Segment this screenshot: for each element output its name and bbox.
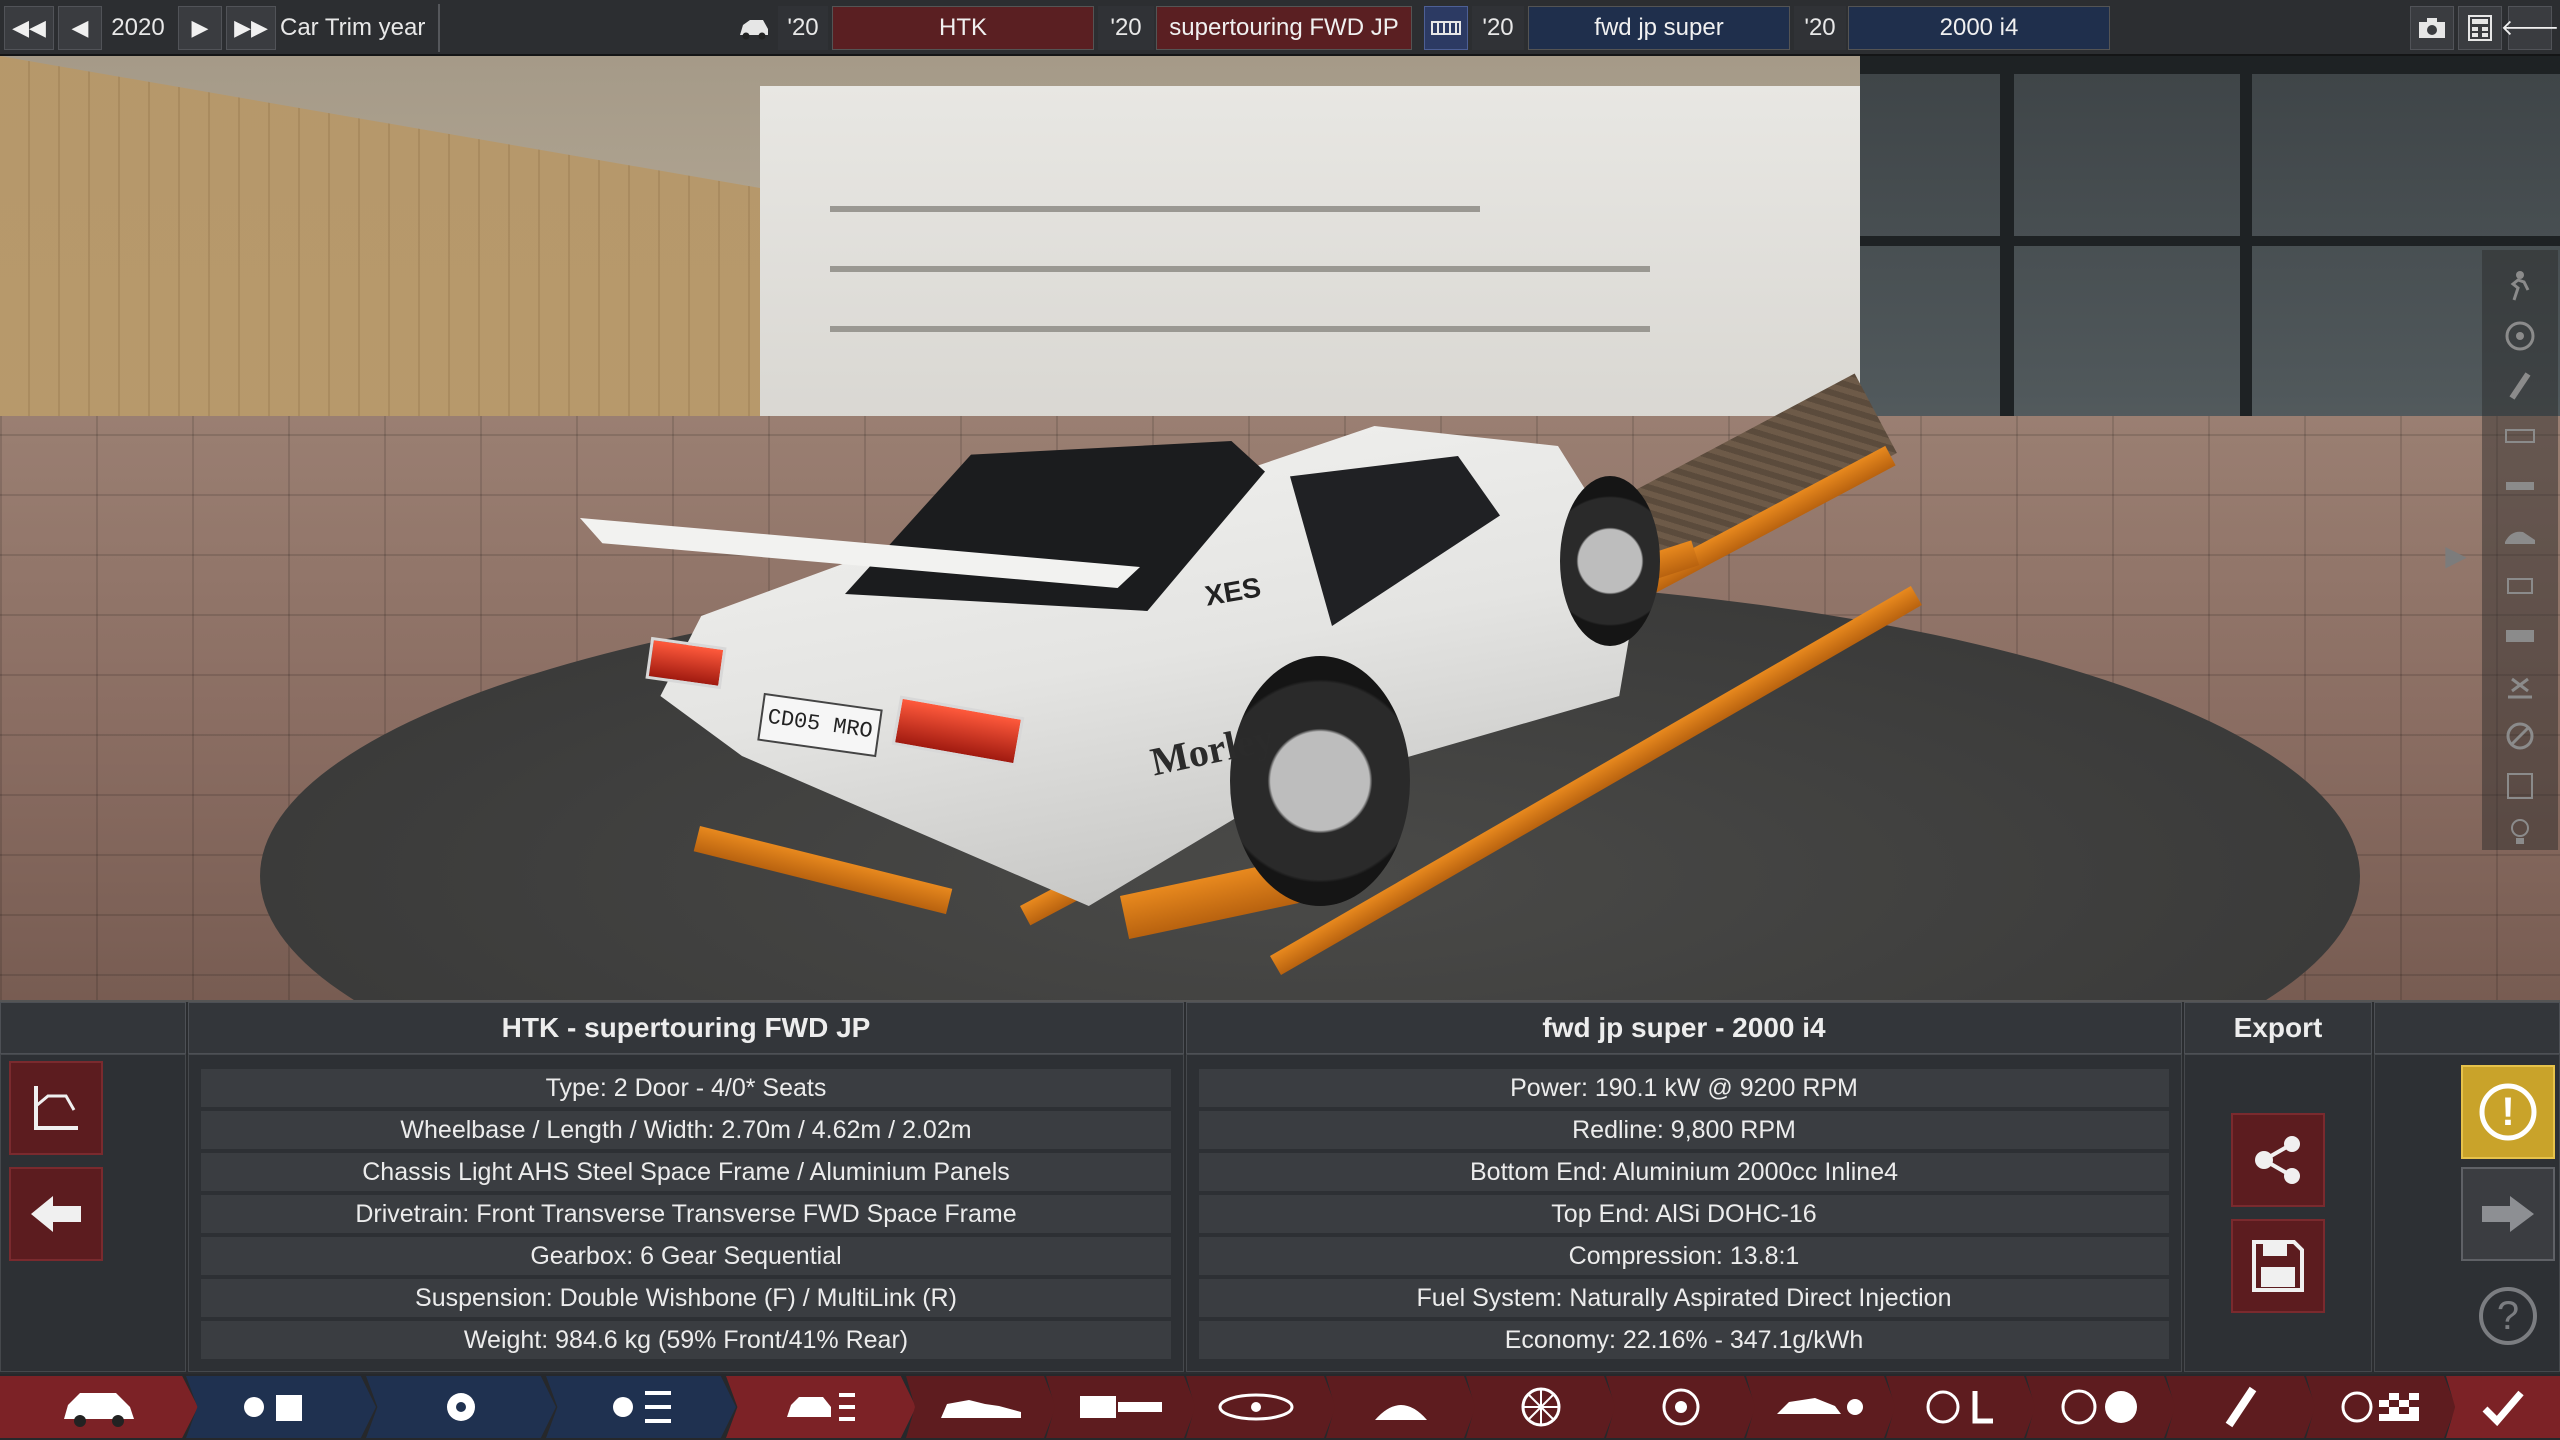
return-arrow-icon[interactable]: 🡐	[2501, 6, 2560, 50]
nav-tyres[interactable]	[2026, 1376, 2176, 1438]
nav-body-style[interactable]	[1186, 1376, 1336, 1438]
share-button[interactable]	[2231, 1113, 2325, 1207]
engine-family-year: '20	[1472, 6, 1524, 50]
engine-family-field[interactable]: fwd jp super	[1528, 6, 1790, 50]
spring-icon[interactable]	[2496, 364, 2544, 408]
engine-summary-row: Power: 190.1 kW @ 9200 RPM	[1199, 1069, 2169, 1107]
car-summary-row: Suspension: Double Wishbone (F) / MultiL…	[201, 1279, 1171, 1317]
nav-car-trim[interactable]	[726, 1376, 916, 1438]
nav-aero[interactable]	[1746, 1376, 1896, 1438]
help-button[interactable]: ?	[2461, 1269, 2555, 1363]
engine-icon[interactable]	[2496, 564, 2544, 608]
model-year: '20	[778, 6, 828, 50]
wall-shelf	[830, 326, 1650, 332]
engine-summary-row: Bottom End: Aluminium 2000cc Inline4	[1199, 1153, 2169, 1191]
nav-engine-variant[interactable]	[546, 1376, 736, 1438]
engine-summary-row: Economy: 22.16% - 347.1g/kWh	[1199, 1321, 2169, 1359]
trim-year: '20	[1098, 6, 1154, 50]
right-tools: ! ?	[2374, 1054, 2560, 1372]
car-summary-row: Wheelbase / Length / Width: 2.70m / 4.62…	[201, 1111, 1171, 1149]
garage-viewport[interactable]: CD05 MRO Morley XES	[0, 56, 2560, 1000]
gearbox-icon[interactable]	[2496, 614, 2544, 658]
back-button[interactable]	[9, 1167, 103, 1261]
car-summary-row: Chassis Light AHS Steel Space Frame / Al…	[201, 1153, 1171, 1191]
engine-variant-field[interactable]: 2000 i4	[1848, 6, 2110, 50]
nav-brakes[interactable]	[1606, 1376, 1756, 1438]
right-header-blank	[2374, 1002, 2560, 1054]
nav-car-body[interactable]	[0, 1376, 198, 1438]
nav-interior[interactable]	[1886, 1376, 2036, 1438]
summary-panel: HTK - supertouring FWD JP Type: 2 Door -…	[0, 1000, 2560, 1374]
car-summary-title: HTK - supertouring FWD JP	[188, 1002, 1184, 1054]
next-year-button[interactable]: ▶	[178, 6, 222, 50]
nav-engine-block[interactable]	[366, 1376, 556, 1438]
expand-sidebar-arrow-icon[interactable]: ▶	[2434, 530, 2478, 580]
graph-button[interactable]	[9, 1061, 103, 1155]
rewind-button[interactable]: ◀◀	[4, 6, 54, 50]
camera-icon[interactable]	[2410, 6, 2454, 50]
nav-fixtures[interactable]	[2166, 1376, 2316, 1438]
top-bar: ◀◀ ◀ 2020 ▶ ▶▶ Car Trim year '20 HTK '20…	[0, 0, 2560, 56]
trim-name-field[interactable]: supertouring FWD JP	[1156, 6, 1412, 50]
fast-forward-button[interactable]: ▶▶	[226, 6, 276, 50]
wheel-icon[interactable]	[2496, 314, 2544, 358]
no-entry-icon[interactable]	[2496, 714, 2544, 758]
nav-finish-checkmark[interactable]	[2446, 1376, 2560, 1438]
car-summary-row: Drivetrain: Front Transverse Transverse …	[201, 1195, 1171, 1233]
engine-summary-title: fwd jp super - 2000 i4	[1186, 1002, 2182, 1054]
nav-wheels[interactable]	[1466, 1376, 1616, 1438]
engine-summary-row: Compression: 13.8:1	[1199, 1237, 2169, 1275]
previous-year-button[interactable]: ◀	[58, 6, 102, 50]
car-wheel	[1560, 476, 1660, 646]
warning-button[interactable]: !	[2461, 1065, 2555, 1159]
wall-shelf	[830, 266, 1650, 272]
engine-summary-row: Fuel System: Naturally Aspirated Direct …	[1199, 1279, 2169, 1317]
driver-icon[interactable]	[2496, 264, 2544, 308]
car-summary-row: Type: 2 Door - 4/0* Seats	[201, 1069, 1171, 1107]
next-arrow-button[interactable]	[2461, 1167, 2555, 1261]
car-wheel	[1230, 656, 1410, 906]
wall-shelf	[830, 206, 1480, 212]
warning-glyph: !	[2501, 1089, 2515, 1134]
nav-suspension[interactable]	[1326, 1376, 1476, 1438]
lift-icon[interactable]	[2496, 664, 2544, 708]
engine-summary-row: Redline: 9,800 RPM	[1199, 1111, 2169, 1149]
car-model-icon[interactable]	[732, 6, 776, 50]
chassis-icon[interactable]	[2496, 464, 2544, 508]
engine-block-icon[interactable]	[1424, 6, 1468, 50]
export-title: Export	[2184, 1002, 2372, 1054]
divider	[438, 4, 440, 52]
car-trim-year-label: Car Trim year	[280, 14, 426, 41]
nav-engine-family[interactable]	[186, 1376, 376, 1438]
save-button[interactable]	[2231, 1219, 2325, 1313]
car-summary-list: Type: 2 Door - 4/0* Seats Wheelbase / Le…	[188, 1054, 1184, 1372]
body-icon[interactable]	[2496, 514, 2544, 558]
car-summary-row: Weight: 984.6 kg (59% Front/41% Rear)	[201, 1321, 1171, 1359]
help-glyph: ?	[2496, 1293, 2520, 1338]
engine-summary-row: Top End: AlSi DOHC-16	[1199, 1195, 2169, 1233]
left-header-blank	[0, 1002, 186, 1054]
nav-chassis[interactable]	[906, 1376, 1056, 1438]
axle-icon[interactable]	[2496, 414, 2544, 458]
year-value: 2020	[111, 14, 165, 41]
light-bulb-icon[interactable]	[2496, 810, 2544, 854]
nav-panels[interactable]	[1046, 1376, 1196, 1438]
nav-testing[interactable]	[2306, 1376, 2456, 1438]
car-summary-row: Gearbox: 6 Gear Sequential	[201, 1237, 1171, 1275]
calculator-icon[interactable]	[2458, 6, 2502, 50]
model-name-field[interactable]: HTK	[832, 6, 1094, 50]
engine-summary-list: Power: 190.1 kW @ 9200 RPM Redline: 9,80…	[1186, 1054, 2182, 1372]
resize-icon[interactable]	[2496, 764, 2544, 808]
bottom-navigation	[0, 1374, 2560, 1440]
left-tools	[0, 1054, 186, 1372]
engine-variant-year: '20	[1794, 6, 1846, 50]
camera-tools-sidebar	[2482, 250, 2558, 850]
export-tools	[2184, 1054, 2372, 1372]
